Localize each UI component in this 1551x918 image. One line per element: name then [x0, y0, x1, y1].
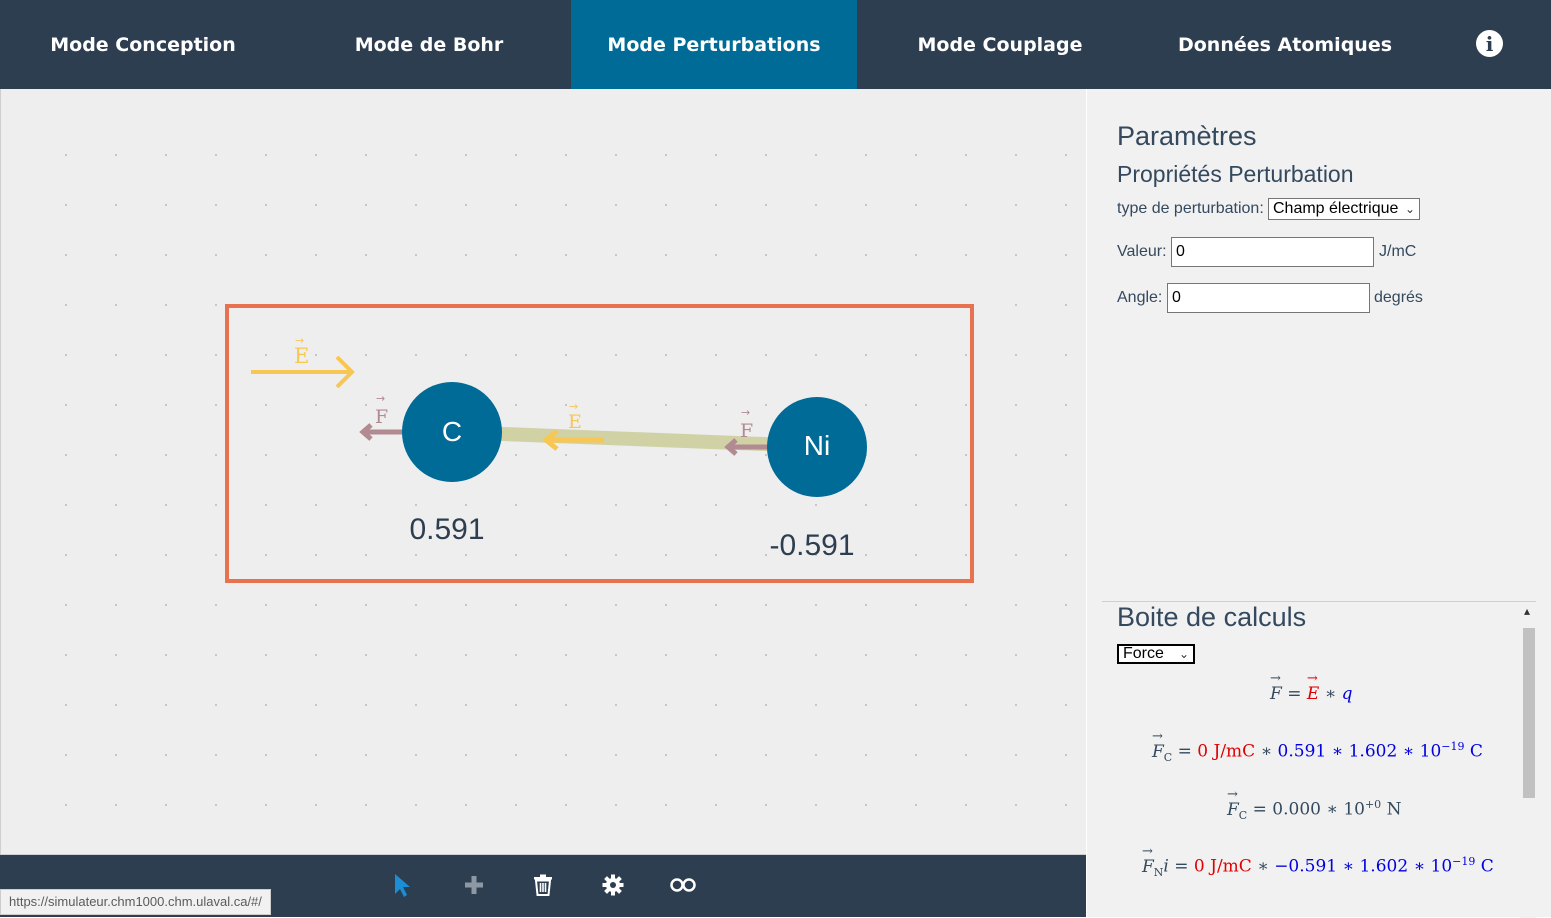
calc-scrollbar[interactable]: [1520, 626, 1536, 918]
tab-mode-perturbations[interactable]: Mode Perturbations: [571, 0, 857, 89]
bond-field-label: E: [568, 411, 582, 433]
field-label: E: [294, 344, 309, 368]
calc-scrollbar-thumb[interactable]: [1523, 628, 1535, 798]
right-panel: Paramètres Propriétés Perturbation type …: [1087, 89, 1551, 918]
valeur-input[interactable]: 0: [1171, 237, 1374, 267]
svg-text:→: →: [376, 392, 385, 405]
atom-charge-c: 0.591: [409, 513, 484, 546]
plus-icon[interactable]: [458, 869, 490, 901]
calc-box: Boite de calculs ▴ Force ⌄ F = E ∗ q FC …: [1102, 601, 1536, 918]
molecule-canvas[interactable]: E → E → F → F → C 0.591 Ni -0.591: [0, 89, 1086, 855]
gear-icon[interactable]: [597, 869, 629, 901]
bond[interactable]: [450, 425, 817, 453]
scroll-up-icon[interactable]: ▴: [1524, 604, 1530, 618]
bond-field-arrow: E →: [542, 400, 604, 451]
valeur-unit: J/mC: [1379, 243, 1417, 260]
params-title: Paramètres: [1117, 121, 1257, 151]
perturbation-type-select[interactable]: Champ électrique ⌄: [1268, 198, 1420, 220]
infinity-icon[interactable]: [667, 869, 699, 901]
tab-mode-conception[interactable]: Mode Conception: [0, 0, 286, 89]
valeur-label: Valeur:: [1117, 243, 1167, 260]
trash-icon[interactable]: [527, 869, 559, 901]
calc-title: Boite de calculs: [1117, 602, 1307, 632]
field-arrow: E →: [251, 334, 355, 389]
force-label-ni: F: [740, 420, 753, 442]
status-url: https://simulateur.chm1000.chm.ulaval.ca…: [0, 889, 271, 915]
svg-text:→: →: [569, 400, 578, 413]
force-label-c: F: [375, 406, 388, 428]
force-arrow-c: F →: [359, 392, 403, 441]
tab-mode-de-bohr[interactable]: Mode de Bohr: [286, 0, 572, 89]
type-label: type de perturbation:: [1117, 200, 1264, 217]
angle-input[interactable]: 0: [1167, 283, 1370, 313]
cursor-icon[interactable]: [386, 869, 418, 901]
angle-label: Angle:: [1117, 289, 1163, 306]
angle-unit: degrés: [1374, 289, 1423, 306]
atom-symbol-c: C: [442, 416, 462, 447]
calc-type-value: Force: [1123, 645, 1164, 662]
svg-text:→: →: [741, 406, 750, 419]
chevron-down-icon: ⌄: [1178, 647, 1189, 661]
svg-text:→: →: [295, 334, 304, 347]
equation-1: F = E ∗ q: [1270, 671, 1353, 704]
equation-2: FC = 0 J/mC ∗ 0.591 ∗ 1.602 ∗ 10−19 C: [1152, 729, 1483, 764]
perturbation-type-value: Champ électrique: [1273, 200, 1399, 217]
equation-4: FNi = 0 J/mC ∗ −0.591 ∗ 1.602 ∗ 10−19 C: [1142, 844, 1494, 879]
force-arrow-ni: F →: [724, 406, 768, 456]
atom-c[interactable]: C: [402, 382, 502, 482]
props-title: Propriétés Perturbation: [1117, 161, 1354, 187]
calc-type-select[interactable]: Force ⌄: [1117, 644, 1195, 664]
top-nav: Mode Conception Mode de Bohr Mode Pertur…: [0, 0, 1551, 89]
tab-donnees-atomiques[interactable]: Données Atomiques: [1142, 0, 1428, 89]
tab-mode-couplage[interactable]: Mode Couplage: [857, 0, 1143, 89]
atom-symbol-ni: Ni: [804, 430, 830, 461]
chevron-down-icon: ⌄: [1404, 202, 1415, 216]
atom-ni[interactable]: Ni: [767, 397, 867, 497]
equation-3: FC = 0.000 ∗ 10+0 N: [1227, 787, 1401, 822]
atom-charge-ni: -0.591: [769, 529, 854, 562]
molecule-scene: E → E → F → F → C 0.591 Ni -0.591: [225, 304, 974, 583]
info-icon[interactable]: i: [1476, 30, 1503, 57]
